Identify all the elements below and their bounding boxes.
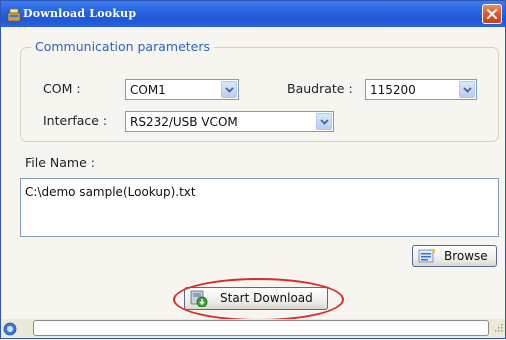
baudrate-dropdown-button[interactable] — [459, 81, 475, 98]
interface-dropdown-button[interactable] — [316, 113, 332, 130]
baudrate-select[interactable]: 115200 — [365, 79, 477, 100]
com-value: COM1 — [130, 83, 166, 97]
status-bar — [1, 319, 505, 338]
status-icon — [3, 321, 17, 340]
file-name-field[interactable]: C:\demo sample(Lookup).txt — [20, 178, 499, 237]
baudrate-label: Baudrate : — [287, 81, 353, 96]
start-download-button[interactable]: Start Download — [184, 287, 328, 310]
interface-label: Interface : — [43, 113, 108, 128]
close-button[interactable] — [482, 4, 502, 24]
interface-select[interactable]: RS232/USB VCOM — [125, 111, 334, 132]
group-legend: Communication parameters — [31, 39, 214, 54]
file-path-value: C:\demo sample(Lookup).txt — [25, 185, 196, 199]
baudrate-value: 115200 — [370, 83, 416, 97]
com-select[interactable]: COM1 — [125, 79, 239, 100]
download-icon — [190, 290, 208, 311]
close-icon — [487, 9, 497, 19]
chevron-down-icon — [463, 87, 472, 93]
status-field — [33, 320, 489, 336]
resize-grip[interactable] — [493, 317, 503, 336]
com-label: COM : — [43, 81, 81, 96]
chevron-down-icon — [320, 119, 329, 125]
title-bar[interactable]: Download Lookup — [1, 1, 505, 27]
browse-button[interactable]: Browse — [412, 245, 497, 267]
start-download-label: Start Download — [220, 291, 313, 305]
browse-label: Browse — [444, 249, 488, 263]
download-lookup-window: Download Lookup Communication parameters… — [0, 0, 506, 339]
window-title: Download Lookup — [23, 7, 137, 20]
com-dropdown-button[interactable] — [221, 81, 237, 98]
chevron-down-icon — [225, 87, 234, 93]
app-icon — [7, 7, 21, 22]
folder-icon — [418, 248, 436, 268]
file-name-label: File Name : — [25, 155, 95, 170]
interface-value: RS232/USB VCOM — [130, 115, 238, 129]
